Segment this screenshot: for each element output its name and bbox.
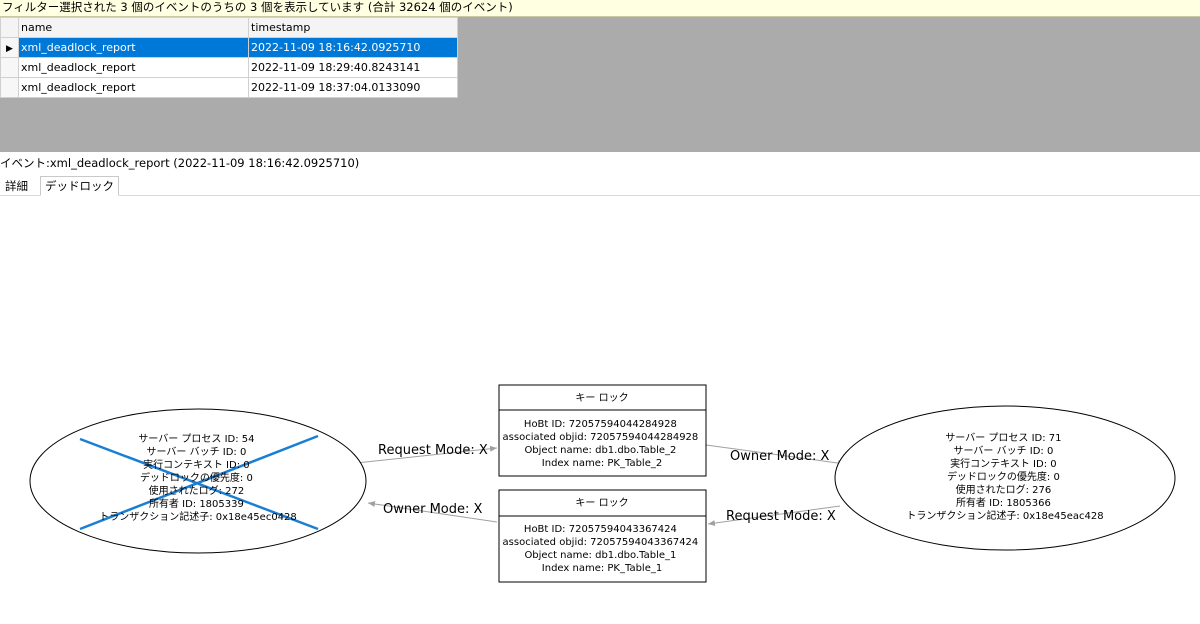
- row-selector[interactable]: [0, 77, 19, 98]
- cell-timestamp[interactable]: 2022-11-09 18:16:42.0925710: [248, 37, 458, 58]
- event-table: name timestamp ▶ xml_deadlock_report 202…: [0, 17, 458, 98]
- row-selector[interactable]: [0, 57, 19, 78]
- table-header-row: name timestamp: [0, 17, 458, 38]
- lock-detail-line: Object name: db1.dbo.Table_1: [524, 550, 676, 561]
- edge-label-lock1-owner: Owner Mode: X: [383, 502, 483, 517]
- victim-process-line: サーバー プロセス ID: 54: [138, 433, 254, 445]
- lock-title: キー ロック: [575, 497, 628, 509]
- cell-name[interactable]: xml_deadlock_report: [18, 57, 249, 78]
- other-process-line: トランザクション記述子: 0x18e45eac428: [906, 509, 1103, 522]
- victim-process-line: 所有者 ID: 1805339: [149, 497, 244, 510]
- lock-node-table-1[interactable]: キー ロック HoBt ID: 72057594043367424 associ…: [498, 489, 707, 583]
- cell-timestamp[interactable]: 2022-11-09 18:29:40.8243141: [248, 57, 458, 78]
- other-process-line: サーバー プロセス ID: 71: [945, 432, 1061, 444]
- column-header-timestamp[interactable]: timestamp: [248, 17, 458, 38]
- event-grid-area: name timestamp ▶ xml_deadlock_report 202…: [0, 17, 1200, 152]
- other-process-line: 使用されたログ: 276: [956, 483, 1052, 496]
- victim-process-node[interactable]: サーバー プロセス ID: 54 サーバー バッチ ID: 0 実行コンテキスト…: [29, 408, 367, 554]
- victim-process-line: デッドロックの優先度: 0: [140, 471, 253, 484]
- table-row[interactable]: xml_deadlock_report 2022-11-09 18:37:04.…: [0, 77, 458, 98]
- other-process-line: デッドロックの優先度: 0: [947, 470, 1060, 483]
- lock-detail-line: Object name: db1.dbo.Table_2: [524, 445, 676, 456]
- lock-detail-line: associated objid: 72057594043367424: [503, 537, 699, 548]
- detail-tabs: 詳細 デッドロック: [0, 176, 1200, 196]
- other-process-line: 実行コンテキスト ID: 0: [950, 457, 1056, 470]
- table-row[interactable]: xml_deadlock_report 2022-11-09 18:29:40.…: [0, 57, 458, 78]
- victim-process-line: 使用されたログ: 272: [149, 484, 245, 497]
- event-title: イベント:xml_deadlock_report (2022-11-09 18:…: [0, 156, 360, 170]
- lock-detail-line: HoBt ID: 72057594044284928: [524, 419, 677, 430]
- current-row-arrow-icon: ▶: [6, 44, 13, 54]
- victim-process-line: 実行コンテキスト ID: 0: [143, 458, 249, 471]
- tab-deadlock[interactable]: デッドロック: [40, 176, 119, 196]
- victim-process-line: サーバー バッチ ID: 0: [146, 446, 246, 458]
- lock-detail-line: HoBt ID: 72057594043367424: [524, 524, 677, 535]
- cell-name[interactable]: xml_deadlock_report: [18, 77, 249, 98]
- lock-detail-line: Index name: PK_Table_1: [542, 563, 662, 574]
- lock-detail-line: Index name: PK_Table_2: [542, 458, 662, 469]
- other-process-node[interactable]: サーバー プロセス ID: 71 サーバー バッチ ID: 0 実行コンテキスト…: [834, 405, 1176, 551]
- edge-label-lock2-owner: Owner Mode: X: [730, 449, 830, 464]
- deadlock-graph: Request Mode: X Owner Mode: X Request Mo…: [29, 384, 1176, 583]
- table-row[interactable]: ▶ xml_deadlock_report 2022-11-09 18:16:4…: [0, 37, 458, 58]
- lock-node-table-2[interactable]: キー ロック HoBt ID: 72057594044284928 associ…: [498, 384, 707, 477]
- row-header-corner: [0, 17, 19, 38]
- cell-name[interactable]: xml_deadlock_report: [18, 37, 249, 58]
- cell-timestamp[interactable]: 2022-11-09 18:37:04.0133090: [248, 77, 458, 98]
- other-process-line: サーバー バッチ ID: 0: [953, 445, 1053, 457]
- other-process-line: 所有者 ID: 1805366: [956, 496, 1051, 509]
- row-selector[interactable]: ▶: [0, 37, 19, 58]
- tab-details[interactable]: 詳細: [2, 178, 31, 195]
- filter-status-bar: フィルター選択された 3 個のイベントのうちの 3 個を表示しています (合計 …: [0, 0, 1200, 17]
- edge-label-other-request: Request Mode: X: [726, 509, 836, 524]
- victim-process-line: トランザクション記述子: 0x18e45ec0428: [99, 510, 297, 523]
- edge-label-victim-request: Request Mode: X: [378, 443, 488, 458]
- lock-title: キー ロック: [575, 392, 628, 404]
- column-header-name[interactable]: name: [18, 17, 249, 38]
- lock-detail-line: associated objid: 72057594044284928: [503, 432, 699, 443]
